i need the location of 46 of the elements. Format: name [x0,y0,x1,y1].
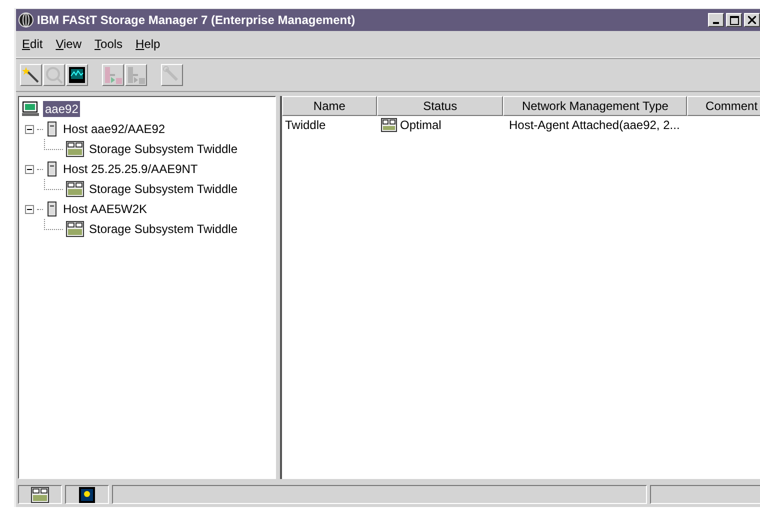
tree-item[interactable]: Host 25.25.25.9/AAE9NT [61,161,200,177]
column-header[interactable]: Comment [687,96,760,116]
wrench-icon [163,66,181,84]
storage-array-icon [66,181,84,197]
menu-item[interactable]: Help [136,37,160,51]
tree-item[interactable]: aae92 [43,101,80,117]
tree-item[interactable]: Host AAE5W2K [61,201,150,217]
monitor-icon [68,66,86,84]
globe-icon [18,12,34,28]
computer-icon [22,101,40,117]
server-icon [46,121,58,137]
remove-node-icon [127,66,145,84]
collapse-toggle[interactable] [25,124,34,134]
close-icon [748,16,756,24]
window-title: IBM FAStT Storage Manager 7 (Enterprise Management) [37,13,356,27]
maximize-icon [730,16,738,24]
storage-array-icon [66,221,84,237]
tree-item[interactable]: Storage Subsystem Twiddle [87,141,240,157]
table-cell-text: Host-Agent Attached(aae92, 2... [508,118,681,132]
storage-array-icon [31,486,49,502]
column-header[interactable]: Network Management Type [503,96,688,116]
column-header[interactable]: Name [282,96,377,116]
minimize-button[interactable] [708,13,724,27]
toolbar-button[interactable] [66,64,88,86]
table-cell: Optimal [400,118,442,132]
toolbar-button[interactable] [20,64,42,86]
collapse-toggle[interactable] [25,164,34,174]
close-button[interactable] [744,13,760,27]
monitor-icon [79,486,95,502]
storage-array-icon [66,141,84,157]
column-header[interactable]: Status [376,96,504,116]
menu-item[interactable]: View [56,37,82,51]
menu-item[interactable]: Tools [94,37,123,51]
magnifier-icon [45,66,63,84]
menu-item[interactable]: Edit [22,37,43,51]
table-cell-text: Twiddle [284,118,327,132]
server-icon [46,161,58,177]
tree-item[interactable]: Host aae92/AAE92 [61,121,168,137]
maximize-button[interactable] [726,13,742,27]
collapse-toggle[interactable] [25,204,34,214]
magic-wand-icon [22,66,40,84]
tree-item[interactable]: Storage Subsystem Twiddle [87,181,240,197]
server-icon [46,201,58,217]
add-node-icon [104,66,122,84]
tree-item[interactable]: Storage Subsystem Twiddle [87,221,240,237]
storage-array-icon [381,118,397,132]
